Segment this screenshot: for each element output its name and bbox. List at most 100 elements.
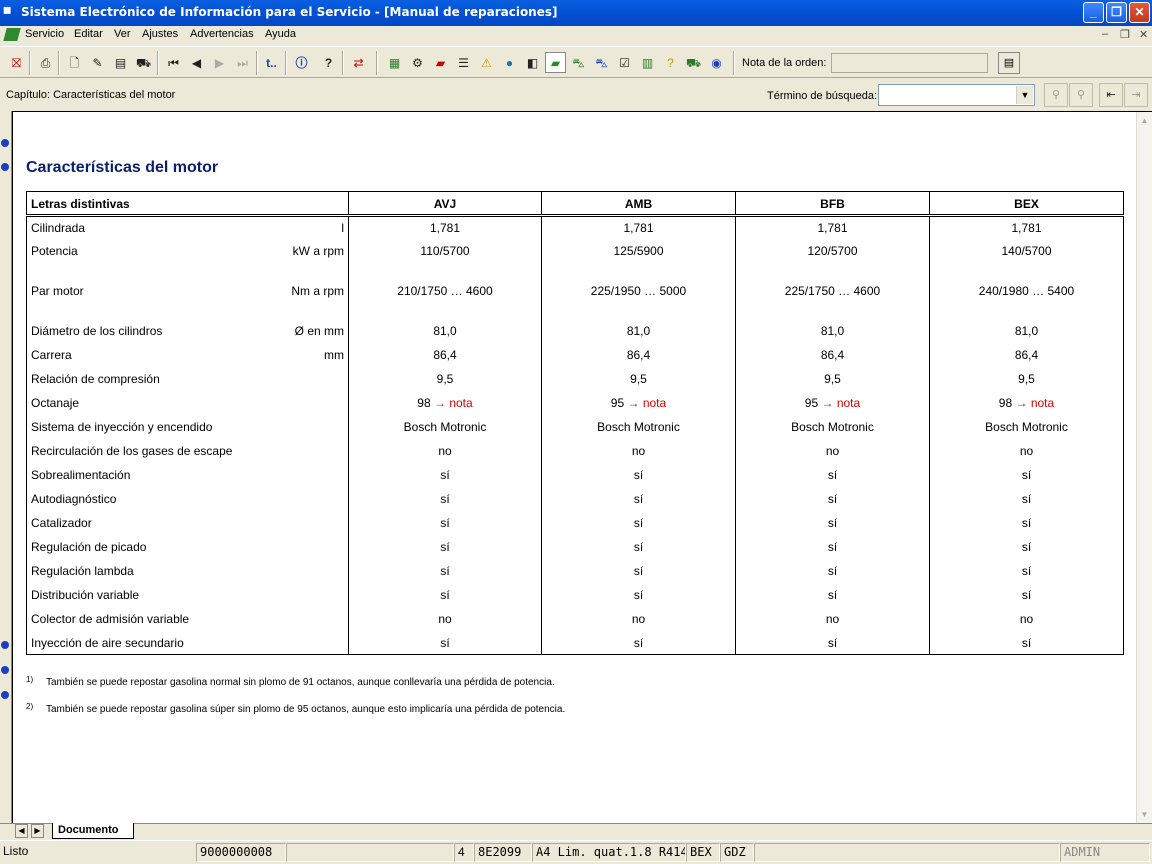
collapse-panel-icon[interactable]: ⇤ <box>1099 83 1123 107</box>
table-cell: sí <box>348 535 542 560</box>
table-row: Relación de compresión 9,5 9,5 9,5 9,5 <box>26 367 1124 392</box>
engine-spec-table: Letras distintivas AVJ AMB BFB BEX Cilin… <box>26 191 1124 655</box>
row-unit <box>284 367 349 392</box>
chevron-down-icon[interactable]: ▼ <box>1016 86 1033 104</box>
tab-scroll-right-icon[interactable]: ▶ <box>31 824 44 838</box>
table-cell: Bosch Motronic <box>735 415 930 440</box>
status-engine: BEX <box>686 843 720 862</box>
notes-icon[interactable]: ▤ <box>110 52 131 73</box>
row-unit: Nm a rpm <box>284 279 349 320</box>
mdi-restore-button[interactable]: ❐ <box>1120 28 1130 41</box>
scroll-up-icon[interactable]: ▲ <box>1137 113 1152 128</box>
disc-icon[interactable]: ◉ <box>706 52 727 73</box>
help-book-icon[interactable]: ? <box>660 52 681 73</box>
table-row: Cilindrada l 1,781 1,781 1,781 1,781 <box>26 215 1124 240</box>
status-page: 4 <box>454 843 474 862</box>
books-icon[interactable]: ▥ <box>637 52 658 73</box>
first-page-icon[interactable]: ⏮ <box>163 52 184 73</box>
menu-ayuda[interactable]: Ayuda <box>265 28 296 40</box>
table-cell: sí <box>348 559 542 584</box>
note-link[interactable]: → nota <box>822 396 861 410</box>
note-link[interactable]: → nota <box>628 396 667 410</box>
restore-button[interactable]: ❐ <box>1106 2 1127 23</box>
vehicle-icon[interactable]: ⛟ <box>133 52 154 73</box>
globe-icon[interactable]: ● <box>499 52 520 73</box>
table-cell: no <box>348 607 542 632</box>
mdi-minimize-button[interactable]: – <box>1102 28 1108 40</box>
help-icon[interactable]: ? <box>318 52 339 73</box>
order-note-field[interactable] <box>831 53 988 73</box>
exit-icon[interactable]: ⛝ <box>6 52 27 73</box>
book-a-icon[interactable]: ▦ <box>384 52 405 73</box>
table-row: Par motor Nm a rpm 210/1750 … 4600 225/1950… <box>26 279 1124 320</box>
checklist-icon[interactable]: ☑ <box>614 52 635 73</box>
row-label: Diámetro de los cilindros <box>26 319 285 344</box>
table-row: Carrera mm 86,4 86,4 86,4 86,4 <box>26 343 1124 368</box>
nav-node-icon[interactable] <box>1 139 9 147</box>
minimize-button[interactable]: _ <box>1083 2 1104 23</box>
nav-node-icon[interactable] <box>1 691 9 699</box>
car-icon[interactable]: ⛍ <box>568 52 589 73</box>
table-row: Sistema de inyección y encendido Bosch Mo… <box>26 415 1124 440</box>
row-label: Par motor <box>26 279 285 320</box>
manual-icon[interactable]: ▰ <box>430 52 451 73</box>
status-blank <box>286 843 454 862</box>
note-link[interactable]: → nota <box>1016 396 1055 410</box>
table-row: Regulación de picado sí sí sí sí <box>26 535 1124 560</box>
link-button[interactable]: t.. <box>261 52 282 73</box>
table-cell: sí <box>735 583 930 608</box>
table-cell: 9,5 <box>929 367 1124 392</box>
app-icon[interactable]: ◼ <box>3 5 11 16</box>
info-icon[interactable]: ⓘ <box>291 52 312 73</box>
table-cell: 9,5 <box>541 367 736 392</box>
truck-icon[interactable]: ⛟ <box>683 52 704 73</box>
search-combo[interactable]: ▼ <box>878 84 1035 106</box>
table-cell: sí <box>541 511 736 536</box>
row-label: Recirculación de los gases de escape <box>26 439 285 464</box>
warning-icon[interactable]: ⚠ <box>476 52 497 73</box>
vertical-scrollbar[interactable]: ▲ ▼ <box>1136 112 1152 823</box>
save-icon[interactable]: ◧ <box>522 52 543 73</box>
nav-node-icon[interactable] <box>1 641 9 649</box>
menu-advertencias[interactable]: Advertencias <box>190 28 254 40</box>
menu-editar[interactable]: Editar <box>74 28 103 40</box>
menu-servicio[interactable]: Servicio <box>25 28 64 40</box>
tab-documento[interactable]: Documento <box>52 823 134 839</box>
search-forward-icon[interactable]: ⚲ <box>1044 83 1068 107</box>
new-document-icon[interactable]: 🗋 <box>64 52 85 73</box>
table-cell: 81,0 <box>348 319 542 344</box>
note-link[interactable]: → nota <box>434 396 473 410</box>
table-cell: 86,4 <box>929 343 1124 368</box>
mechanic-icon[interactable]: ⚙ <box>407 52 428 73</box>
tab-scroll-left-icon[interactable]: ◀ <box>15 824 28 838</box>
order-note-button[interactable]: ▤ <box>998 52 1020 74</box>
car-search-icon[interactable]: ⛍ <box>591 52 612 73</box>
table-cell: sí <box>929 631 1124 655</box>
row-label: Distribución variable <box>26 583 285 608</box>
menu-ver[interactable]: Ver <box>114 28 131 40</box>
menu-ajustes[interactable]: Ajustes <box>142 28 178 40</box>
nav-node-icon[interactable] <box>1 163 9 171</box>
repair-manual-icon[interactable]: ▰ <box>545 52 566 73</box>
expand-panel-icon[interactable]: ⇥ <box>1124 83 1148 107</box>
status-bar: Listo 9000000008 4 8E2099 A4 Lim. quat.1… <box>0 840 1152 864</box>
close-button[interactable]: ✕ <box>1129 2 1150 23</box>
print-icon[interactable]: ⎙ <box>35 52 56 73</box>
navigation-strip[interactable] <box>0 111 12 823</box>
row-unit <box>284 487 349 512</box>
nav-node-icon[interactable] <box>1 666 9 674</box>
list-icon[interactable]: ☰ <box>453 52 474 73</box>
previous-page-icon[interactable]: ◀ <box>186 52 207 73</box>
table-cell: sí <box>348 487 542 512</box>
document-view[interactable]: Características del motor Letras distint… <box>12 111 1152 823</box>
edit-document-icon[interactable]: ✎ <box>87 52 108 73</box>
next-page-icon[interactable]: ▶ <box>209 52 230 73</box>
scroll-down-icon[interactable]: ▼ <box>1137 807 1152 822</box>
table-cell: Bosch Motronic <box>929 415 1124 440</box>
last-page-icon[interactable]: ⏭ <box>232 52 253 73</box>
table-row: Catalizador sí sí sí sí <box>26 511 1124 536</box>
status-code: 8E2099 <box>474 843 532 862</box>
search-back-icon[interactable]: ⚲ <box>1069 83 1093 107</box>
swap-icon[interactable]: ⇄ <box>348 52 369 73</box>
mdi-close-button[interactable]: ✕ <box>1139 28 1148 41</box>
